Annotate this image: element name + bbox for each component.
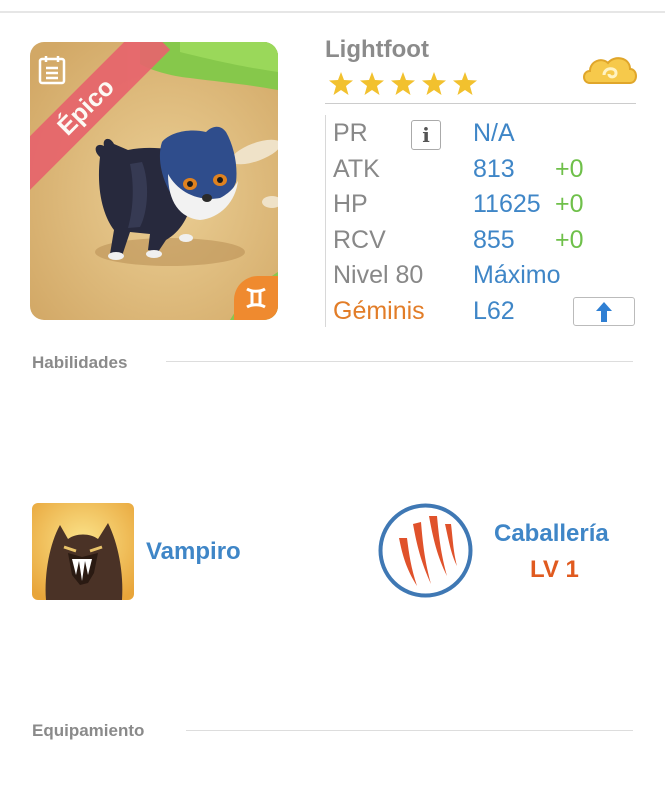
info-divider	[325, 103, 636, 104]
rcv-label: RCV	[333, 226, 386, 254]
equipment-section-divider	[186, 730, 633, 731]
info-button[interactable]: i	[411, 120, 441, 150]
star-rating	[329, 72, 477, 95]
arrow-up-icon	[596, 301, 612, 322]
equipment-section-title: Equipamiento	[32, 721, 145, 740]
skills-section-divider	[166, 361, 633, 362]
star-icon	[360, 72, 384, 95]
calendar-icon[interactable]	[38, 55, 66, 85]
pr-label: PR	[333, 119, 368, 147]
portrait-background	[30, 42, 278, 320]
vampire-skill-icon[interactable]	[32, 503, 134, 600]
active-skill-name[interactable]: Vampiro	[146, 538, 241, 566]
hp-bonus: +0	[555, 190, 584, 218]
star-icon	[453, 72, 477, 95]
rcv-bonus: +0	[555, 226, 584, 254]
gemini-icon	[234, 276, 278, 320]
atk-bonus: +0	[555, 155, 584, 183]
creature-name: Lightfoot	[325, 36, 429, 63]
stats-separator	[325, 115, 326, 327]
star-icon	[329, 72, 353, 95]
upgrade-button[interactable]	[573, 297, 635, 326]
star-icon	[391, 72, 415, 95]
atk-label: ATK	[333, 155, 380, 183]
cloud-coin-icon[interactable]	[582, 53, 638, 93]
level-label: Nivel 80	[333, 261, 424, 289]
hp-value: 11625	[473, 190, 541, 218]
rcv-value: 855	[473, 226, 515, 254]
top-border	[0, 11, 665, 13]
sign-level-value: L62	[473, 297, 515, 325]
star-icon	[422, 72, 446, 95]
atk-value: 813	[473, 155, 515, 183]
passive-skill-name[interactable]: Caballería	[494, 520, 609, 548]
sign-label: Géminis	[333, 297, 425, 325]
hp-label: HP	[333, 190, 368, 218]
level-value: Máximo	[473, 261, 561, 289]
creature-portrait[interactable]: Épico	[30, 42, 278, 320]
passive-skill-level: LV 1	[530, 556, 579, 583]
skills-section-title: Habilidades	[32, 353, 128, 372]
pr-value: N/A	[473, 119, 515, 147]
claw-icon[interactable]	[377, 502, 474, 599]
